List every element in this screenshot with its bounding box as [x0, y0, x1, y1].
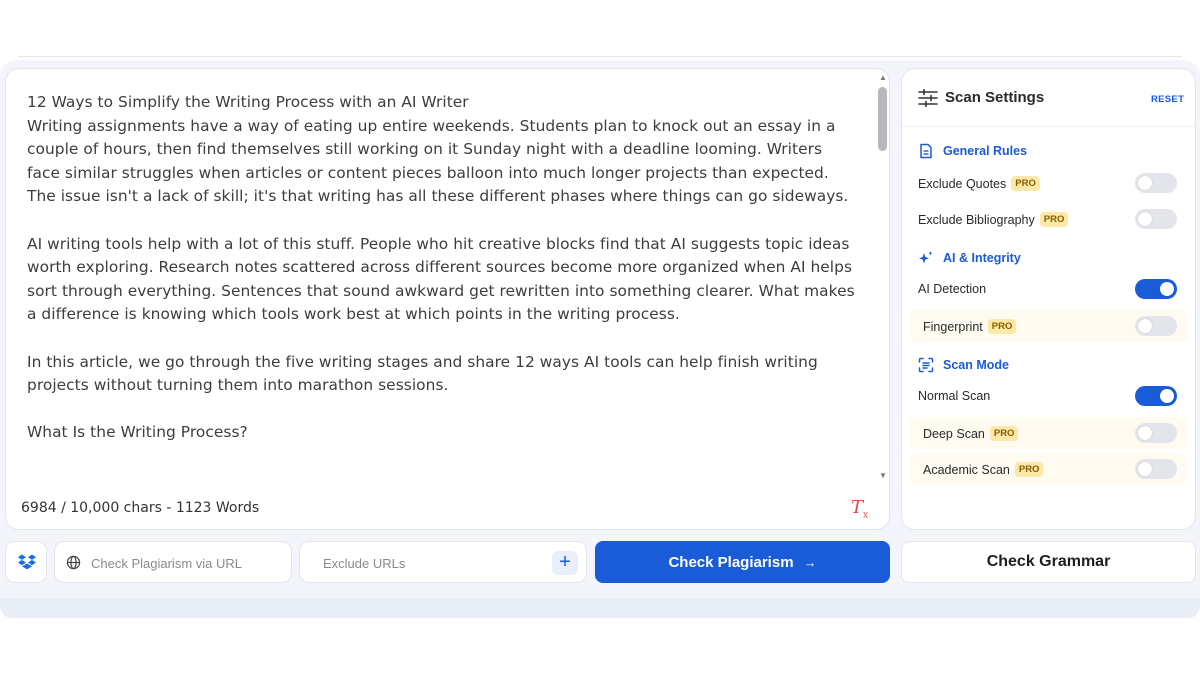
toggle-knob [1138, 212, 1152, 226]
option-label-wrap: Exclude Quotes PRO [918, 176, 1040, 191]
option-label-wrap: AI Detection [918, 282, 986, 296]
section-scan-mode: Scan Mode [918, 355, 1009, 375]
section-label: AI & Integrity [943, 251, 1021, 265]
toggle-knob [1138, 426, 1152, 440]
option-ai-detection: AI Detection [910, 273, 1187, 305]
editor-paragraph: In this article, we go through the five … [27, 352, 818, 395]
option-label: Deep Scan [923, 426, 985, 441]
plagiarism-url-input[interactable] [91, 553, 281, 573]
academic-scan-toggle[interactable] [1135, 459, 1177, 479]
dropbox-icon [18, 554, 36, 570]
deep-scan-toggle[interactable] [1135, 423, 1177, 443]
dropbox-button[interactable] [5, 541, 47, 583]
option-label-wrap: Academic Scan PRO [923, 462, 1044, 477]
section-label: General Rules [943, 144, 1028, 158]
bottom-band [0, 598, 1200, 618]
option-normal-scan: Normal Scan [910, 380, 1187, 412]
toggle-knob [1138, 176, 1152, 190]
option-label-wrap: Exclude Bibliography PRO [918, 212, 1069, 227]
option-label: AI Detection [918, 282, 987, 296]
option-label: Exclude Bibliography [918, 212, 1035, 227]
url-input-container [54, 541, 292, 583]
arrow-right-icon: → [803, 554, 817, 570]
option-exclude-bibliography: Exclude Bibliography PRO [910, 203, 1187, 235]
clear-format-sub: x [863, 510, 869, 521]
exclude-bibliography-toggle[interactable] [1135, 209, 1177, 229]
reset-button[interactable]: RESET [1151, 94, 1184, 105]
editor-paragraph: What Is the Writing Process? [27, 423, 248, 442]
option-label-wrap: Deep Scan PRO [923, 426, 1019, 441]
option-label: Exclude Quotes [918, 176, 1007, 191]
scan-mode-icon [918, 357, 934, 373]
sparkle-icon [919, 251, 933, 264]
globe-icon [66, 555, 81, 570]
pro-badge: PRO [1011, 176, 1040, 191]
toggle-knob [1138, 462, 1152, 476]
editor-paragraph: 12 Ways to Simplify the Writing Process … [27, 93, 849, 206]
clear-format-icon[interactable]: Tx [851, 497, 868, 521]
check-plagiarism-button[interactable]: Check Plagiarism → [595, 541, 890, 583]
option-academic-scan: Academic Scan PRO [910, 453, 1187, 485]
check-plagiarism-label: Check Plagiarism [668, 553, 794, 571]
scan-settings-panel: Scan Settings RESET General Rules Exclud… [901, 68, 1196, 530]
sliders-icon [918, 89, 938, 107]
exclude-quotes-toggle[interactable] [1135, 173, 1177, 193]
section-label: Scan Mode [943, 358, 1009, 372]
toggle-knob [1160, 282, 1174, 296]
option-label: Normal Scan [918, 389, 991, 403]
pro-badge: PRO [1014, 462, 1044, 477]
settings-header: Scan Settings RESET [902, 69, 1195, 127]
exclude-urls-input[interactable] [323, 553, 543, 573]
top-divider [18, 56, 1182, 57]
pro-badge: PRO [987, 319, 1017, 334]
ai-detection-toggle[interactable] [1135, 279, 1177, 299]
section-general-rules: General Rules [918, 141, 1027, 161]
settings-title: Scan Settings [945, 89, 1045, 106]
scroll-down-arrow[interactable]: ▼ [879, 471, 887, 480]
toggle-knob [1138, 319, 1152, 333]
clear-format-glyph: T [851, 497, 864, 518]
scroll-up-arrow[interactable]: ▲ [879, 73, 887, 82]
pro-badge: PRO [1039, 212, 1069, 227]
option-label: Academic Scan [923, 462, 1010, 477]
option-label-wrap: Normal Scan [918, 389, 990, 403]
option-label: Fingerprint [923, 319, 983, 334]
fingerprint-toggle[interactable] [1135, 316, 1177, 336]
pro-badge: PRO [989, 426, 1019, 441]
check-grammar-label: Check Grammar [986, 553, 1111, 570]
editor-paragraph: AI writing tools help with a lot of this… [27, 234, 855, 324]
text-editor[interactable]: 12 Ways to Simplify the Writing Process … [5, 68, 890, 530]
exclude-urls-container: + [299, 541, 587, 583]
toggle-knob [1160, 389, 1174, 403]
editor-scrollbar-thumb[interactable] [878, 87, 887, 151]
char-count: 6984 / 10,000 chars - 1123 Words [21, 500, 260, 516]
normal-scan-toggle[interactable] [1135, 386, 1177, 406]
document-icon [920, 143, 932, 159]
option-fingerprint: Fingerprint PRO [910, 310, 1187, 342]
option-exclude-quotes: Exclude Quotes PRO [910, 167, 1187, 199]
section-ai-integrity: AI & Integrity [918, 248, 1021, 268]
check-grammar-button[interactable]: Check Grammar [901, 541, 1196, 583]
add-exclude-url-button[interactable]: + [552, 551, 578, 575]
editor-content[interactable]: 12 Ways to Simplify the Writing Process … [27, 91, 857, 486]
option-label-wrap: Fingerprint PRO [923, 319, 1017, 334]
option-deep-scan: Deep Scan PRO [910, 417, 1187, 449]
